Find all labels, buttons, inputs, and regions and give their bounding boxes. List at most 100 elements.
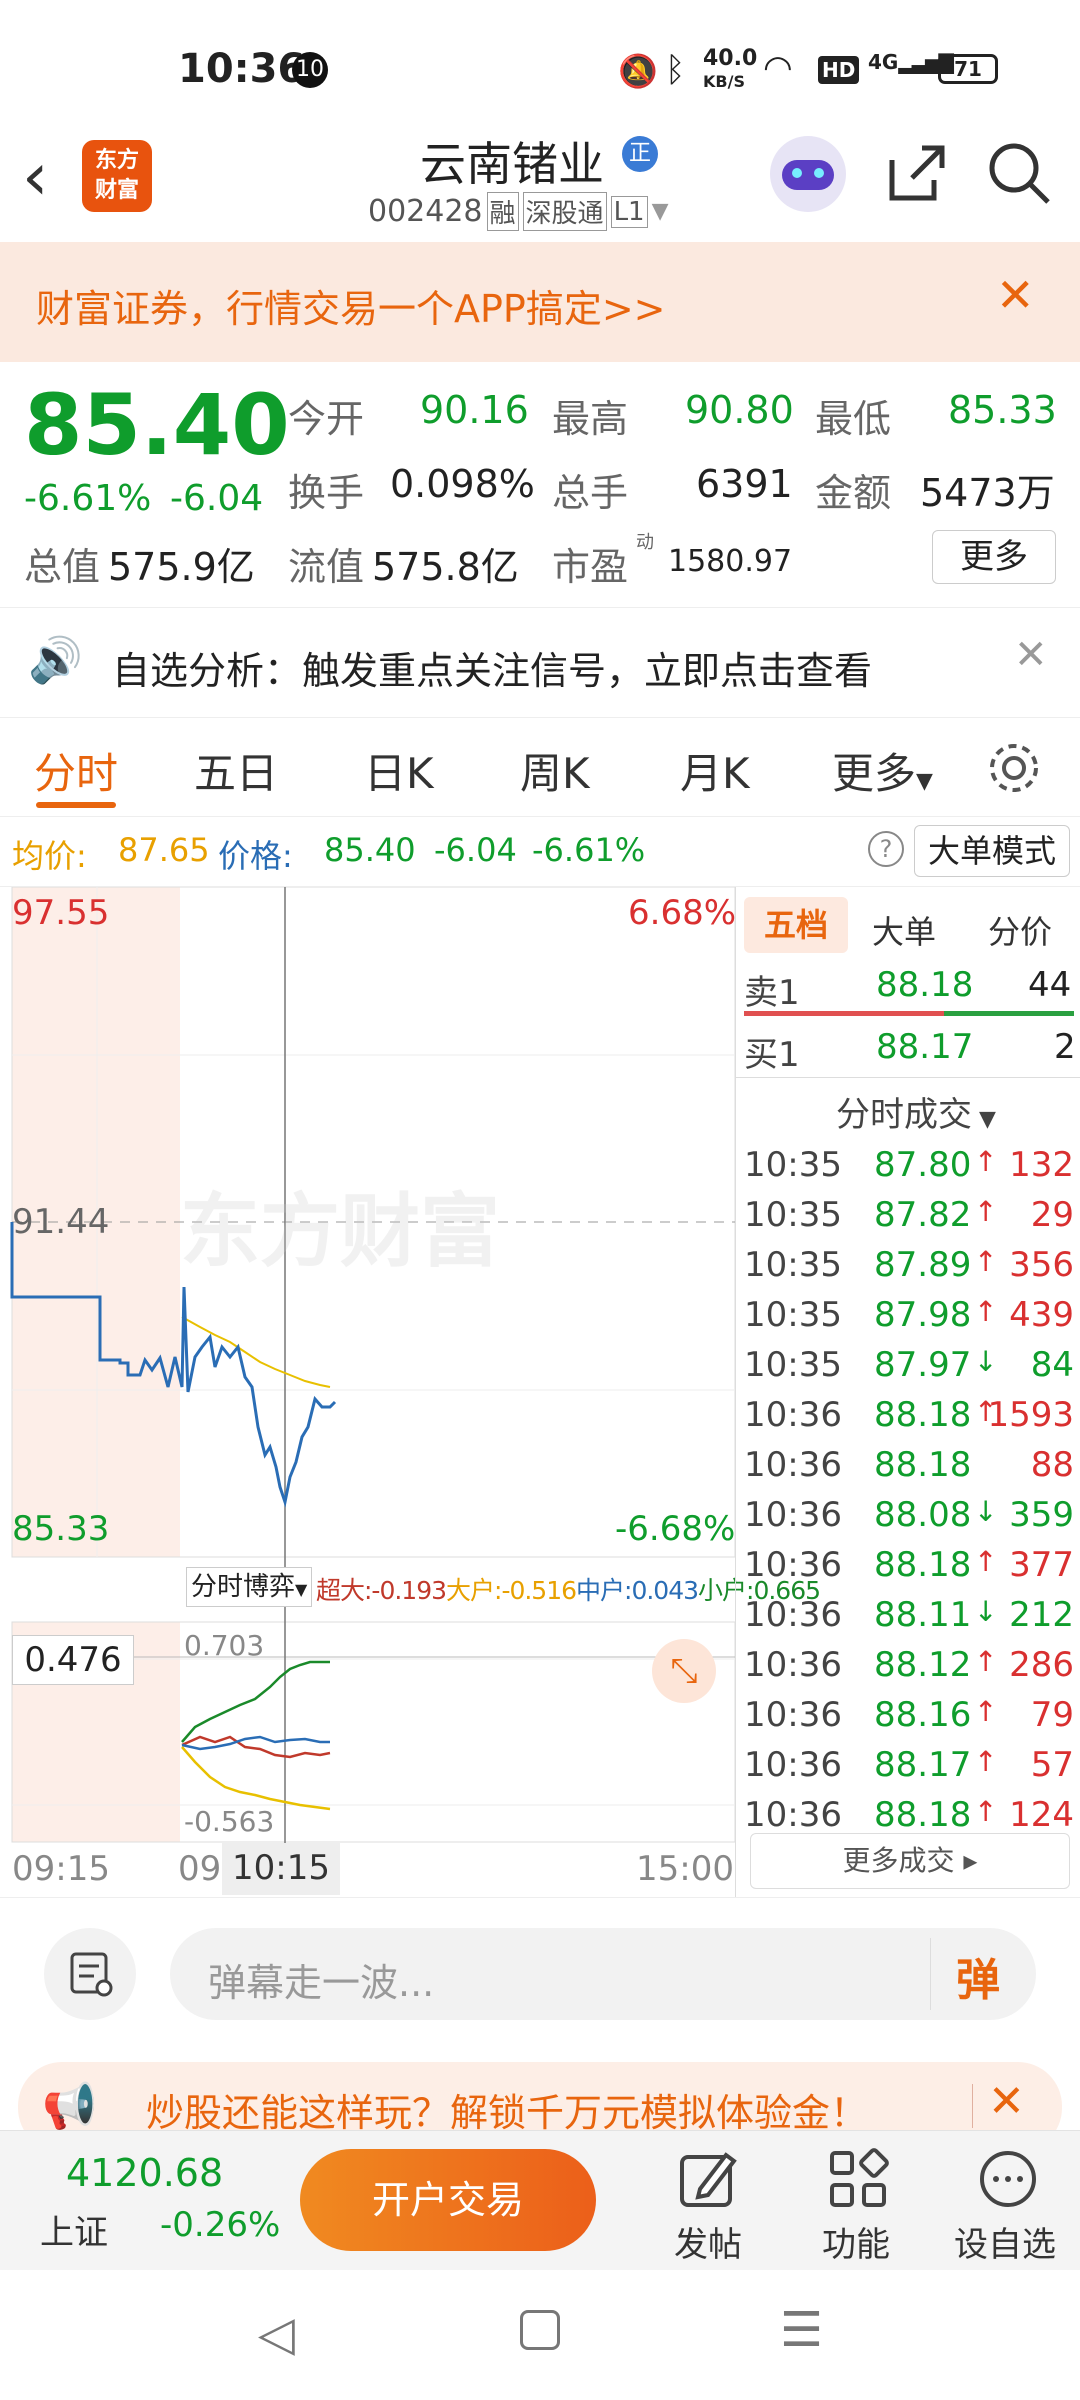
trades-title[interactable]: 分时成交 ▼ — [836, 1087, 996, 1136]
connect-tag: 深股通 — [522, 192, 607, 231]
trade-direction-icon: ↑ — [974, 1195, 998, 1228]
bottom-toolbar: 4120.68 上证 -0.26% 开户交易 发帖 功能 设自选 — [0, 2130, 1080, 2270]
avg-value: 87.65 — [118, 831, 210, 869]
stock-code: 002428 — [368, 194, 483, 229]
level-tag: L1 — [610, 195, 648, 228]
price-change-pct: -6.61% — [532, 831, 646, 869]
trade-direction-icon: ↑ — [974, 1695, 998, 1728]
big-order-mode-button[interactable]: 大单模式 — [914, 825, 1070, 877]
flow-super: 超大:-0.193 — [316, 1576, 447, 1605]
functions-icon[interactable] — [826, 2147, 890, 2211]
expand-icon[interactable]: ⤡ — [652, 1639, 716, 1703]
price-change: -6.04 — [434, 831, 517, 869]
nav-home-icon[interactable] — [520, 2310, 560, 2350]
flow-selector[interactable]: 分时博弈▼ — [186, 1567, 313, 1607]
robot-assistant-icon[interactable] — [770, 136, 846, 212]
time-cursor: 10:15 — [222, 1843, 340, 1895]
float-label: 流值 — [288, 545, 365, 589]
close-icon[interactable]: ✕ — [996, 268, 1035, 322]
tab-big-order[interactable]: 大单 — [872, 907, 936, 953]
danmu-input[interactable]: 弹幕走一波... 弹 — [170, 1928, 1036, 2020]
axis-mid-price: 91.44 — [12, 1202, 110, 1242]
trade-time: 10:36 — [744, 1395, 842, 1435]
dropdown-icon[interactable]: ▼ — [652, 199, 669, 224]
post-icon[interactable] — [676, 2147, 740, 2211]
help-icon[interactable]: ? — [868, 831, 904, 867]
trade-row: 10:35 87.82 ↑ 29 — [744, 1195, 1074, 1245]
high-value: 90.80 — [685, 388, 794, 432]
close-icon[interactable]: ✕ — [1014, 632, 1048, 678]
trade-price: 88.11 — [874, 1595, 972, 1635]
close-icon[interactable]: ✕ — [988, 2076, 1025, 2127]
tab-month-k[interactable]: 月K — [680, 740, 750, 801]
trade-row: 10:36 88.17 ↑ 57 — [744, 1745, 1074, 1795]
change-percent: -6.61% — [24, 478, 152, 519]
danmu-placeholder: 弹幕走一波... — [208, 1961, 435, 2005]
trade-time: 10:36 — [744, 1795, 842, 1835]
nav-back-icon[interactable]: ◁ — [258, 2306, 295, 2362]
more-trades-button[interactable]: 更多成交 ▸ — [750, 1833, 1070, 1889]
more-button[interactable]: 更多 — [932, 530, 1056, 584]
danmu-settings-icon[interactable] — [44, 1928, 136, 2020]
intraday-chart[interactable]: 东方财富 97.55 6.68% 91.44 85.33 -6.68% 分时博弈… — [0, 887, 821, 1897]
trade-volume: 88 — [1030, 1445, 1074, 1485]
alert-bar[interactable]: 🔊 自选分析：触发重点关注信号，立即点击查看 ✕ — [0, 607, 1080, 717]
large-flow-line — [181, 1746, 331, 1811]
tab-five-level[interactable]: 五档 — [744, 897, 848, 953]
sell1-volume: 44 — [1028, 965, 1072, 1005]
tab-intraday[interactable]: 分时 — [34, 740, 118, 801]
mcap-label: 总值 — [24, 545, 101, 589]
trade-volume: 439 — [1009, 1295, 1074, 1335]
change-value: -6.04 — [170, 478, 264, 519]
chart-info-bar: 均价: 87.65 价格: 85.40 -6.04 -6.61% ? 大单模式 — [0, 817, 1080, 887]
danmu-send-button[interactable]: 弹 — [956, 1944, 1000, 2008]
flow-value-box: 0.476 — [12, 1635, 134, 1685]
share-icon[interactable] — [884, 140, 950, 206]
margin-tag: 融 — [486, 192, 519, 231]
trade-volume: 377 — [1009, 1545, 1074, 1585]
trade-direction-icon: ↓ — [974, 1595, 998, 1628]
open-value: 90.16 — [420, 388, 529, 432]
trade-time: 10:36 — [744, 1595, 842, 1635]
tab-five-day[interactable]: 五日 — [194, 740, 278, 801]
sell-buy-ratio-red — [744, 1011, 944, 1016]
status-time: 10:36 — [178, 46, 306, 92]
high-label: 最高 — [552, 397, 629, 441]
open-account-button[interactable]: 开户交易 — [300, 2149, 596, 2251]
notification-count-badge: 10 — [292, 52, 328, 88]
nav-menu-icon[interactable]: ☰ — [780, 2302, 823, 2358]
trade-price: 88.18 — [874, 1545, 972, 1585]
trade-volume: 286 — [1009, 1645, 1074, 1685]
system-nav-bar: ◁ ☰ — [0, 2270, 1080, 2400]
back-icon[interactable]: ‹ — [22, 138, 48, 215]
trade-direction-icon: ↑ — [974, 1295, 998, 1328]
index-name[interactable]: 上证 — [40, 2205, 108, 2254]
app-logo: 东方 财富 — [82, 140, 152, 212]
index-change[interactable]: -0.26% — [160, 2205, 280, 2245]
trade-price: 88.16 — [874, 1695, 972, 1735]
add-watchlist-label[interactable]: 设自选 — [954, 2217, 1056, 2266]
trade-row: 10:36 88.18 88 — [744, 1445, 1074, 1495]
tab-price-distribution[interactable]: 分价 — [988, 907, 1052, 953]
index-value[interactable]: 4120.68 — [66, 2151, 223, 2195]
avg-price-line — [181, 1316, 331, 1388]
verified-badge: 正 — [622, 136, 658, 172]
tab-day-k[interactable]: 日K — [364, 740, 434, 801]
add-watchlist-icon[interactable] — [976, 2147, 1040, 2211]
functions-label[interactable]: 功能 — [822, 2217, 890, 2266]
tab-week-k[interactable]: 周K — [520, 740, 590, 801]
search-icon[interactable] — [986, 140, 1052, 206]
settings-gear-icon[interactable] — [986, 740, 1042, 796]
current-price: 85.40 — [24, 376, 290, 474]
pe-sup: 动 — [636, 532, 654, 553]
avg-label: 均价: — [12, 837, 87, 875]
sell1-price: 88.18 — [876, 965, 974, 1005]
amount-value: 5473万 — [920, 471, 1055, 515]
promo-banner[interactable]: 财富证券，行情交易一个APP搞定>> ✕ — [0, 242, 1080, 362]
promo-text: 炒股还能这样玩？解锁千万元模拟体验金！ — [146, 2091, 869, 2135]
post-label[interactable]: 发帖 — [674, 2217, 742, 2266]
stock-name[interactable]: 云南锗业 — [420, 128, 604, 194]
active-tab-indicator — [36, 802, 116, 808]
trade-volume: 1593 — [987, 1395, 1074, 1435]
tab-more[interactable]: 更多▼ — [832, 740, 933, 801]
